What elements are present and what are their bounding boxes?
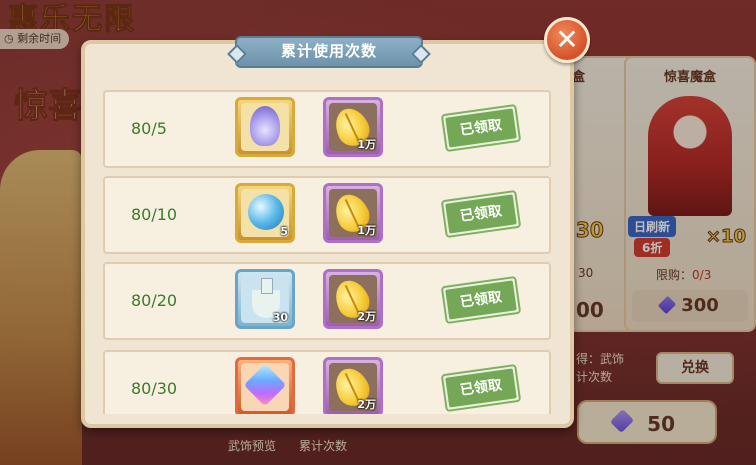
modal-title: 累计使用次数	[280, 42, 377, 60]
progress-label: 80/30	[131, 379, 178, 398]
item-qty: 1万	[357, 224, 376, 237]
progress-label: 80/20	[131, 291, 178, 310]
reward-item-bottle[interactable]: 30	[235, 269, 295, 329]
reward-item-leaf[interactable]: 2万	[323, 269, 383, 329]
claimed-label: 已领取	[445, 368, 517, 408]
reward-item-orb[interactable]: 5	[235, 183, 295, 243]
claimed-stamp: 已领取	[440, 103, 522, 153]
reward-row: 80/10 5 1万 已领取	[103, 176, 551, 254]
progress-label: 80/5	[131, 119, 167, 138]
orb-icon	[248, 194, 284, 230]
close-icon: ✕	[555, 23, 579, 56]
reward-row: 80/20 30 2万 已领取	[103, 262, 551, 340]
claimed-stamp: 已领取	[440, 189, 522, 239]
reward-row: 80/30 2万 已领取	[103, 350, 551, 414]
reward-item-leaf[interactable]: 1万	[323, 183, 383, 243]
close-button[interactable]: ✕	[544, 17, 590, 63]
progress-label: 80/10	[131, 205, 178, 224]
item-qty: 2万	[357, 398, 376, 411]
reward-item-gem[interactable]	[235, 357, 295, 414]
reward-item-harp[interactable]	[235, 97, 295, 157]
claimed-stamp: 已领取	[440, 275, 522, 325]
item-qty: 1万	[357, 138, 376, 151]
claimed-stamp: 已领取	[440, 363, 522, 413]
harp-icon	[250, 106, 280, 146]
reward-item-leaf[interactable]: 1万	[323, 97, 383, 157]
claimed-label: 已领取	[445, 108, 517, 148]
claimed-label: 已领取	[445, 194, 517, 234]
reward-item-leaf[interactable]: 2万	[323, 357, 383, 414]
modal-header: 累计使用次数	[235, 36, 423, 72]
cumulative-usage-modal: 累计使用次数 80/5 1万 已领取 80/10 5 1万 已领取 80/20 …	[81, 36, 574, 428]
reward-list[interactable]: 80/5 1万 已领取 80/10 5 1万 已领取 80/20 30 2万 已…	[103, 84, 553, 414]
item-qty: 2万	[357, 310, 376, 323]
reward-row: 80/5 1万 已领取	[103, 90, 551, 168]
item-qty: 5	[280, 225, 288, 238]
claimed-label: 已领取	[445, 280, 517, 320]
item-qty: 30	[272, 311, 288, 324]
